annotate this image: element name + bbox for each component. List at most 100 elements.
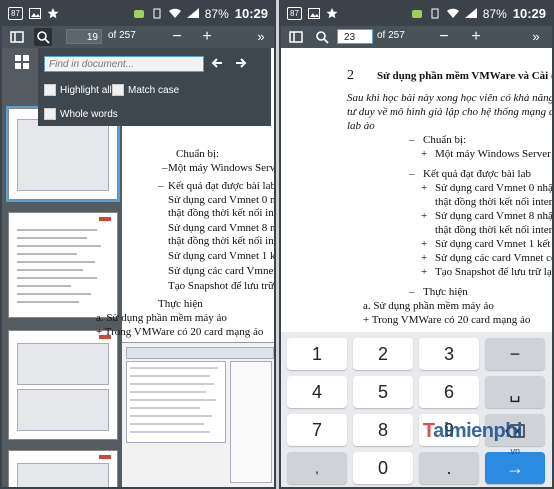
intro-line: lab ảo — [347, 120, 375, 132]
notification-badge: 87 — [287, 7, 302, 20]
doc-line: Sử dụng các card Vmnet còi — [435, 252, 554, 264]
arrow-right-icon — [236, 58, 247, 68]
wifi-icon — [168, 8, 181, 18]
find-previous-button[interactable] — [210, 56, 224, 73]
doc-line: Chuẩn bị: — [176, 148, 220, 160]
intro-line: tư duy về mô hình giả lập cho hệ thống m… — [347, 106, 554, 118]
highlight-all-checkbox[interactable]: Highlight all — [44, 84, 112, 96]
status-bar: 87 87% 10:29 — [2, 2, 274, 26]
key-0[interactable]: 0 — [353, 452, 413, 484]
page-thumbnail[interactable] — [8, 212, 118, 318]
doc-line: a. Sử dụng phần mềm máy ảo — [96, 312, 227, 324]
doc-line: Thực hiện — [158, 298, 203, 310]
doc-line: thật đồng thời kết nối intern — [435, 224, 554, 236]
find-popup: Find in document... Highlight all Match … — [38, 48, 271, 126]
doc-line: – — [158, 180, 164, 192]
whole-words-checkbox[interactable]: Whole words — [44, 108, 118, 120]
zoom-out-button[interactable]: − — [168, 28, 186, 46]
whole-words-label: Whole words — [60, 108, 118, 120]
doc-line: Sử dụng card Vmnet 0 nh — [168, 194, 276, 206]
image-icon — [28, 8, 41, 19]
doc-line: Tạo Snapshot để lưu trữ lạ — [435, 266, 552, 278]
watermark-suffix: .vn — [507, 446, 520, 456]
signal-icon — [464, 8, 477, 18]
search-icon[interactable] — [313, 28, 331, 46]
wifi-icon — [446, 8, 459, 18]
grid-view-icon[interactable] — [14, 54, 30, 70]
doc-line: Sử dụng card Vmnet 0 nhậ — [435, 182, 553, 194]
page-thumbnail[interactable] — [8, 330, 118, 440]
doc-line: Sử dụng card Vmnet 8 nhậ — [168, 222, 276, 234]
page-total-label: of 257 — [108, 30, 136, 41]
sidebar-toggle-icon[interactable] — [287, 28, 305, 46]
doc-line: – — [409, 286, 415, 298]
zoom-in-button[interactable]: + — [467, 28, 485, 46]
search-button[interactable] — [34, 28, 52, 46]
zoom-out-button[interactable]: − — [435, 28, 453, 46]
key-1[interactable]: 1 — [287, 338, 347, 370]
key-comma[interactable]: , — [287, 452, 347, 484]
key-7[interactable]: 7 — [287, 414, 347, 446]
more-menu-button[interactable]: » — [252, 28, 270, 46]
doc-line: thật đồng thời kết nối intern — [435, 196, 554, 208]
match-case-checkbox[interactable]: Match case — [112, 84, 179, 96]
notification-badge: 87 — [8, 7, 23, 20]
star-icon — [326, 8, 338, 19]
clock: 10:29 — [512, 6, 546, 21]
doc-line: + — [421, 266, 428, 278]
page-thumbnail[interactable] — [8, 450, 118, 487]
key-go[interactable]: → — [485, 452, 545, 484]
page-number-input[interactable]: 19 — [66, 29, 102, 44]
doc-line: Một máy Windows Server 2 — [435, 148, 554, 160]
checkbox-box — [112, 84, 124, 96]
android-icon — [133, 10, 144, 18]
key-2[interactable]: 2 — [353, 338, 413, 370]
embedded-screenshot — [122, 342, 274, 487]
doc-line: thật đồng thời kết nối intern — [168, 235, 276, 247]
doc-line: Thực hiện — [423, 286, 468, 298]
image-icon — [307, 8, 320, 19]
watermark: Taimienphi — [423, 420, 523, 443]
battery-level: 87% — [482, 6, 507, 21]
more-menu-button[interactable]: » — [527, 28, 545, 46]
doc-line: Chuẩn bị: — [423, 134, 467, 146]
checkbox-box — [44, 84, 56, 96]
page-number-input[interactable]: 23 — [337, 29, 373, 44]
key-3[interactable]: 3 — [419, 338, 479, 370]
right-screen: 87 87% 10:29 23 of 257 − + » 2 Sử dụng p… — [279, 0, 554, 489]
android-icon — [411, 10, 422, 18]
doc-line: + — [421, 182, 428, 194]
intro-line: Sau khi học bài này xong học viên có khả… — [347, 92, 554, 104]
doc-line: + — [421, 238, 428, 250]
reader-toolbar: 23 of 257 − + » — [281, 26, 552, 48]
key-5[interactable]: 5 — [353, 376, 413, 408]
page-total-label: of 257 — [377, 30, 405, 41]
doc-line: + — [421, 252, 428, 264]
find-input[interactable]: Find in document... — [44, 56, 204, 72]
watermark-text: aimienphi — [433, 420, 522, 442]
doc-line: Kết quả đạt được bài lab — [423, 168, 531, 180]
doc-line: Sử dụng các card Vmnet c — [168, 265, 276, 277]
doc-line: Một máy Windows Server — [168, 162, 276, 174]
search-icon — [37, 31, 50, 44]
zoom-in-button[interactable]: + — [198, 28, 216, 46]
section-heading: Sử dụng phần mềm VMWare và Cài đ — [377, 70, 554, 82]
key-8[interactable]: 8 — [353, 414, 413, 446]
doc-line: – — [409, 168, 415, 180]
doc-line: + Trong VMWare có 20 card mạng ảo — [96, 326, 264, 338]
key-space[interactable]: ␣ — [485, 376, 545, 408]
key-dot[interactable]: . — [419, 452, 479, 484]
doc-line: Sử dụng card Vmnet 1 kết — [168, 250, 276, 262]
battery-level: 87% — [204, 6, 229, 21]
doc-line: + — [421, 210, 428, 222]
key-minus[interactable]: − — [485, 338, 545, 370]
clock: 10:29 — [234, 6, 268, 21]
key-4[interactable]: 4 — [287, 376, 347, 408]
key-6[interactable]: 6 — [419, 376, 479, 408]
doc-line: Tạo Snapshot để lưu trữ lạ — [168, 280, 276, 292]
reader-toolbar: 19 of 257 − + » — [2, 26, 274, 48]
sidebar-toggle-icon[interactable] — [8, 28, 26, 46]
doc-line: + — [421, 148, 428, 160]
numeric-keypad: 1 2 3 − 4 5 6 ␣ 7 8 9 , 0 . → — [281, 332, 552, 487]
find-next-button[interactable] — [234, 56, 248, 73]
